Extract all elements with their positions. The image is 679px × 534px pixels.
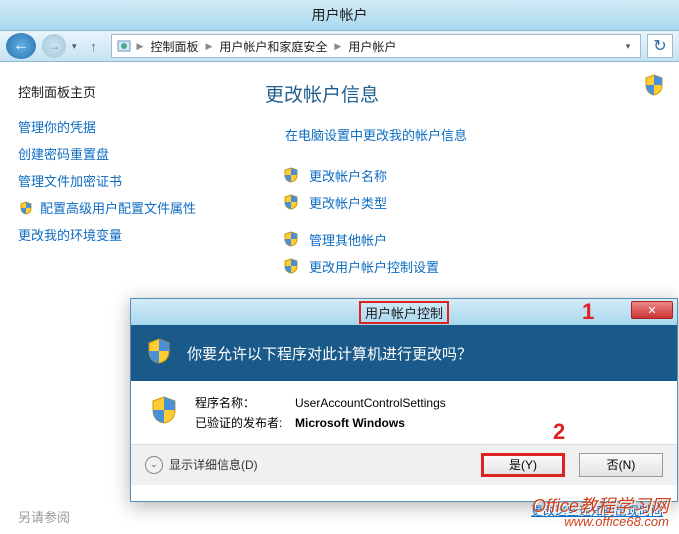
dialog-title: 用户帐户控制: [359, 301, 449, 324]
sidebar-link-label: 更改我的环境变量: [18, 225, 122, 244]
uac-dialog: 用户帐户控制 ✕ 你要允许以下程序对此计算机进行更改吗？ 程序名称：UserAc…: [130, 298, 678, 502]
refresh-button[interactable]: ↻: [647, 34, 673, 58]
sidebar-link-certificates[interactable]: 管理文件加密证书: [18, 171, 227, 190]
window-titlebar: 用户帐户: [0, 0, 679, 30]
window-title: 用户帐户: [312, 5, 368, 25]
sidebar-link-label: 创建密码重置盘: [18, 144, 109, 163]
navigation-bar: ← → ▾ ↑ ▶ 控制面板 ▶ 用户帐户和家庭安全 ▶ 用户帐户 ▾ ↻: [0, 30, 679, 62]
sidebar-title: 控制面板主页: [18, 82, 227, 101]
refresh-icon: ↻: [653, 36, 666, 56]
control-panel-icon: [116, 38, 132, 54]
link-manage-accounts[interactable]: 管理其他帐户: [283, 230, 659, 249]
watermark-line1: Office教程学习网: [532, 497, 669, 515]
link-label: 更改帐户名称: [309, 166, 387, 185]
link-label: 更改帐户类型: [309, 193, 387, 212]
annotation-2: 2: [553, 419, 565, 445]
arrow-left-icon: ←: [13, 37, 29, 55]
annotation-1: 1: [582, 299, 594, 325]
publisher-label: 已验证的发布者:: [195, 413, 295, 433]
breadcrumb-item[interactable]: 控制面板: [148, 38, 200, 55]
breadcrumb-dropdown-icon[interactable]: ▾: [620, 41, 636, 52]
publisher-name: Microsoft Windows: [295, 416, 405, 430]
arrow-up-icon: ↑: [90, 39, 97, 54]
forward-button[interactable]: →: [42, 34, 66, 58]
sidebar-link-profile[interactable]: 配置高级用户配置文件属性: [18, 198, 227, 217]
link-label: 管理其他帐户: [309, 230, 387, 249]
chevron-right-icon: ▶: [331, 41, 344, 52]
link-uac-settings[interactable]: 更改用户帐户控制设置: [283, 257, 659, 276]
dialog-body: 程序名称：UserAccountControlSettings 已验证的发布者:…: [131, 381, 677, 444]
watermark-line2: www.office68.com: [532, 515, 669, 528]
sidebar-link-credentials[interactable]: 管理你的凭据: [18, 117, 227, 136]
no-button[interactable]: 否(N): [579, 453, 663, 477]
chevron-down-icon: ⌄: [145, 456, 163, 474]
details-label: 显示详细信息(D): [169, 456, 258, 473]
link-change-type[interactable]: 更改帐户类型: [283, 193, 659, 212]
shield-icon: [283, 231, 301, 249]
show-details-toggle[interactable]: ⌄ 显示详细信息(D): [145, 456, 258, 474]
dialog-question-text: 你要允许以下程序对此计算机进行更改吗？: [187, 343, 472, 364]
sidebar-link-env-vars[interactable]: 更改我的环境变量: [18, 225, 227, 244]
dialog-titlebar: 用户帐户控制 ✕: [131, 299, 677, 325]
link-label: 更改用户帐户控制设置: [309, 257, 439, 276]
sidebar-link-label: 配置高级用户配置文件属性: [40, 198, 196, 217]
chevron-right-icon: ▶: [202, 41, 215, 52]
breadcrumb-item[interactable]: 用户帐户和家庭安全: [217, 38, 329, 55]
page-title: 更改帐户信息: [265, 80, 659, 107]
recent-dropdown-icon[interactable]: ▾: [72, 41, 77, 52]
shield-icon: [643, 74, 665, 101]
watermark: Office教程学习网 www.office68.com: [532, 497, 669, 528]
shield-icon: [283, 167, 301, 185]
arrow-right-icon: →: [48, 39, 60, 53]
breadcrumb-item[interactable]: 用户帐户: [346, 38, 398, 55]
button-label: 否(N): [607, 456, 636, 473]
shield-icon: [145, 337, 173, 369]
breadcrumb[interactable]: ▶ 控制面板 ▶ 用户帐户和家庭安全 ▶ 用户帐户 ▾: [111, 34, 641, 58]
link-change-name[interactable]: 更改帐户名称: [283, 166, 659, 185]
link-pc-settings[interactable]: 在电脑设置中更改我的帐户信息: [285, 125, 659, 144]
chevron-right-icon: ▶: [134, 41, 147, 52]
sidebar-link-label: 管理文件加密证书: [18, 171, 122, 190]
close-icon: ✕: [647, 304, 656, 317]
sidebar-see-also: 另请参阅: [18, 507, 70, 526]
dialog-footer: ⌄ 显示详细信息(D) 是(Y) 否(N): [131, 444, 677, 485]
dialog-info: 程序名称：UserAccountControlSettings 已验证的发布者:…: [195, 393, 446, 434]
button-label: 是(Y): [509, 456, 537, 473]
shield-icon: [283, 194, 301, 212]
sidebar-link-label: 管理你的凭据: [18, 117, 96, 136]
sidebar-link-reset-disk[interactable]: 创建密码重置盘: [18, 144, 227, 163]
close-button[interactable]: ✕: [631, 301, 673, 319]
program-label: 程序名称：: [195, 393, 295, 413]
shield-icon: [283, 258, 301, 276]
link-label: 在电脑设置中更改我的帐户信息: [285, 125, 467, 144]
shield-icon: [149, 395, 179, 428]
dialog-question-bar: 你要允许以下程序对此计算机进行更改吗？: [131, 325, 677, 381]
program-name: UserAccountControlSettings: [295, 396, 446, 410]
back-button[interactable]: ←: [6, 33, 36, 59]
yes-button[interactable]: 是(Y): [481, 453, 565, 477]
up-button[interactable]: ↑: [83, 35, 105, 57]
shield-icon: [18, 200, 34, 216]
